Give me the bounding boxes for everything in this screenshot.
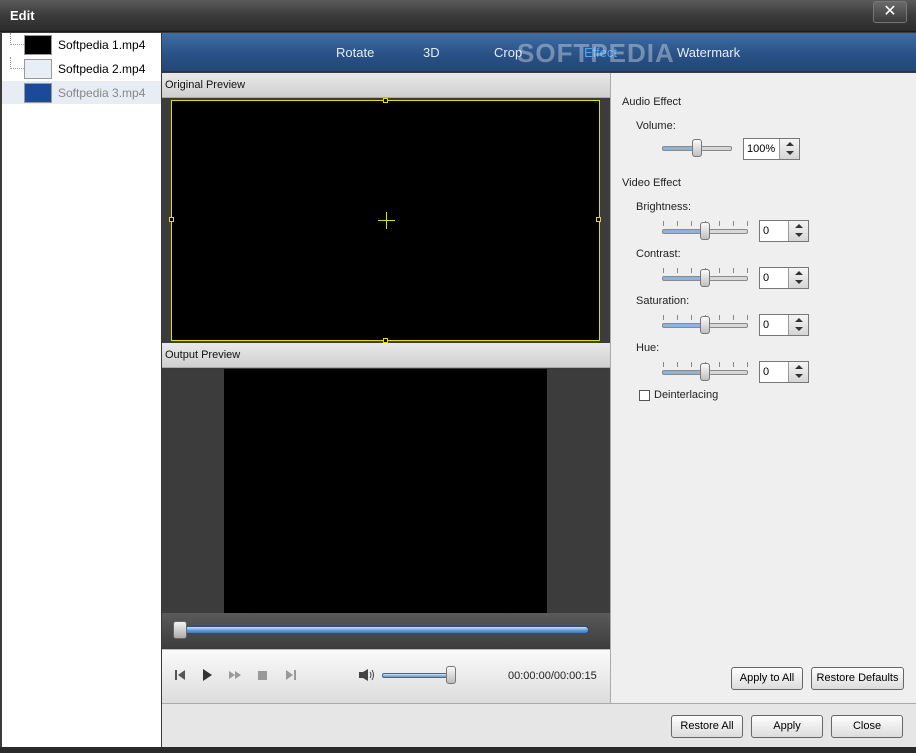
- window-close-button[interactable]: ✕: [873, 1, 907, 23]
- file-thumbnail: [24, 59, 52, 79]
- spin-arrows-icon[interactable]: [788, 268, 808, 288]
- file-item-2[interactable]: Softpedia 2.mp4: [2, 57, 161, 80]
- contrast-label: Contrast:: [636, 248, 681, 260]
- brightness-label: Brightness:: [636, 201, 692, 213]
- saturation-label: Saturation:: [636, 295, 690, 307]
- saturation-stepper[interactable]: 0: [759, 314, 809, 336]
- contrast-value: 0: [763, 272, 770, 284]
- contrast-slider-thumb[interactable]: [700, 269, 710, 287]
- hue-label: Hue:: [636, 342, 660, 354]
- file-item-3[interactable]: Softpedia 3.mp4: [2, 81, 161, 104]
- tree-connector: [10, 33, 24, 45]
- contrast-stepper[interactable]: 0: [759, 267, 809, 289]
- spin-arrows-icon[interactable]: [788, 315, 808, 335]
- deinterlacing-label: Deinterlacing: [654, 389, 719, 401]
- tree-connector: [10, 57, 24, 69]
- file-list: Softpedia 1.mp4 Softpedia 2.mp4 Softpedi…: [2, 33, 161, 747]
- output-preview-video: [224, 369, 547, 613]
- volume-stepper[interactable]: 100%: [743, 138, 800, 160]
- title-bar: [0, 0, 916, 32]
- hue-stepper[interactable]: 0: [759, 361, 809, 383]
- close-button[interactable]: Close: [831, 715, 903, 738]
- deinterlacing-checkbox[interactable]: [639, 390, 650, 401]
- volume-track[interactable]: [382, 673, 454, 678]
- file-item-1[interactable]: Softpedia 1.mp4: [2, 33, 161, 56]
- seek-track[interactable]: [180, 626, 589, 634]
- spin-arrows-icon[interactable]: [788, 362, 808, 382]
- file-name: Softpedia 3.mp4: [58, 86, 146, 100]
- crop-handle-top[interactable]: [383, 98, 388, 103]
- volume-value: 100%: [747, 143, 776, 155]
- file-thumbnail: [24, 35, 52, 55]
- speaker-icon[interactable]: [358, 668, 376, 682]
- tab-watermark[interactable]: Watermark: [677, 45, 740, 60]
- stop-icon[interactable]: [256, 668, 270, 682]
- original-preview-header: Original Preview: [162, 73, 610, 98]
- tab-3d[interactable]: 3D: [423, 45, 440, 60]
- hue-slider-thumb[interactable]: [700, 363, 710, 381]
- hue-value: 0: [763, 366, 770, 378]
- brightness-slider-thumb[interactable]: [700, 222, 710, 240]
- seek-thumb[interactable]: [173, 621, 187, 639]
- apply-button[interactable]: Apply: [751, 715, 823, 738]
- volume-slider-thumb[interactable]: [692, 139, 702, 157]
- audio-effect-heading: Audio Effect: [622, 96, 682, 108]
- spin-arrows-icon[interactable]: [788, 221, 808, 241]
- effect-panel: [610, 73, 916, 703]
- restore-all-button[interactable]: Restore All: [671, 715, 743, 738]
- volume-thumb[interactable]: [446, 666, 456, 684]
- file-name: Softpedia 1.mp4: [58, 38, 146, 52]
- brightness-stepper[interactable]: 0: [759, 220, 809, 242]
- restore-defaults-button[interactable]: Restore Defaults: [811, 667, 904, 690]
- crop-handle-left[interactable]: [169, 217, 174, 222]
- file-name: Softpedia 2.mp4: [58, 62, 146, 76]
- spin-arrows-icon[interactable]: [779, 139, 799, 159]
- apply-to-all-button[interactable]: Apply to All: [731, 667, 803, 690]
- skip-end-icon[interactable]: [284, 668, 298, 682]
- fast-forward-icon[interactable]: [228, 668, 242, 682]
- skip-back-icon[interactable]: [173, 668, 187, 682]
- timecode: 00:00:00/00:00:15: [508, 670, 597, 682]
- play-icon[interactable]: [200, 668, 214, 682]
- video-effect-heading: Video Effect: [622, 177, 681, 189]
- saturation-slider-thumb[interactable]: [700, 316, 710, 334]
- window-title: Edit: [10, 8, 35, 23]
- crosshair-icon: [386, 212, 387, 229]
- volume-label: Volume:: [636, 120, 676, 132]
- file-thumbnail: [24, 83, 52, 103]
- output-preview-header: Output Preview: [162, 343, 610, 368]
- tab-rotate[interactable]: Rotate: [336, 45, 374, 60]
- saturation-value: 0: [763, 319, 770, 331]
- brightness-value: 0: [763, 225, 770, 237]
- window-bottom-edge: [0, 747, 916, 753]
- crop-handle-right[interactable]: [596, 217, 601, 222]
- watermark-text: SOFTPEDIA: [517, 38, 675, 68]
